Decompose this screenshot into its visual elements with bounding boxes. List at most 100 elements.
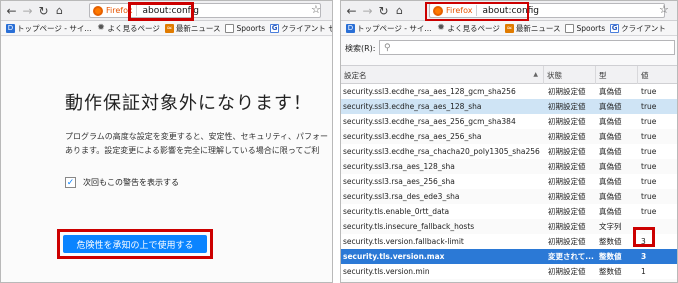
page-icon — [565, 23, 575, 33]
g-icon: G — [610, 23, 620, 33]
cell-type: 真偽値 — [599, 162, 622, 171]
table-row[interactable]: security.ssl3.rsa_aes_128_sha 初期設定値 真偽値 tru… — [341, 159, 677, 174]
bookmark-top-page[interactable]: D トップページ - サイ... — [6, 23, 91, 34]
cell-name: security.ssl3.ecdhe_rsa_aes_128_sha — [343, 102, 482, 111]
cell-value: 1 — [641, 267, 646, 276]
cell-status: 初期設定値 — [548, 267, 586, 276]
table-row[interactable]: security.tls.version.fallback-limit 初期設定値… — [341, 234, 677, 249]
cell-status: 初期設定値 — [548, 162, 586, 171]
table-row[interactable]: security.ssl3.ecdhe_rsa_aes_256_sha 初期設定値… — [341, 129, 677, 144]
cell-name: security.view-source.reachable-from-inne… — [341, 279, 544, 282]
bookmark-star-icon[interactable]: ☆ — [659, 3, 669, 16]
bookmark-news[interactable]: ≈ 最新ニュース — [164, 23, 220, 34]
bookmark-frequent[interactable]: ✹ よく見るページ — [96, 23, 160, 34]
bookmark-spoorts[interactable]: Spoorts — [225, 23, 265, 33]
table-row[interactable]: security.ssl3.rsa_des_ede3_sha 初期設定値 真偽値 tr… — [341, 189, 677, 204]
right-browser-window: ← → ↻ ⌂ Firefox about:config ☆ D トップページ -… — [340, 0, 678, 283]
cell-type: 整数値 — [599, 237, 622, 246]
back-arrow-icon[interactable]: ← — [4, 3, 19, 18]
cell-name: security.tls.version.max — [343, 252, 445, 261]
value-highlight — [633, 227, 655, 247]
bookmark-star-icon[interactable]: ☆ — [311, 3, 321, 16]
table-row[interactable]: security.view-source.reachable-from-inne… — [341, 279, 677, 282]
cell-name: security.tls.version.fallback-limit — [343, 237, 464, 246]
header-name[interactable]: 設定名 ▲ — [341, 66, 544, 84]
warning-body-line-1: プログラムの高度な設定を変更すると、安定性、セキュリティ、パフォー — [65, 132, 328, 141]
search-icon: ⚲ — [384, 42, 391, 53]
table-row[interactable]: security.ssl3.ecdhe_rsa_aes_128_gcm_sha2… — [341, 84, 677, 99]
cell-name: security.ssl3.ecdhe_rsa_aes_256_gcm_sha3… — [343, 117, 516, 126]
reload-icon[interactable]: ↻ — [376, 3, 391, 18]
cell-type: 真偽値 — [597, 279, 637, 282]
cell-type: 真偽値 — [599, 87, 622, 96]
table-row[interactable]: security.tls.version.min 初期設定値 整数値 1 — [341, 264, 677, 279]
cell-status: 初期設定値 — [548, 87, 586, 96]
table-row[interactable]: security.ssl3.rsa_aes_256_sha 初期設定値 真偽値 tru… — [341, 174, 677, 189]
cell-type: 整数値 — [599, 252, 622, 261]
forward-arrow-icon[interactable]: → — [20, 3, 35, 18]
accept-risk-button[interactable]: 危険性を承知の上で使用する — [63, 235, 207, 253]
header-status[interactable]: 状態 — [544, 66, 596, 84]
left-url-bar[interactable]: Firefox about:config — [89, 3, 321, 18]
accept-button-highlight: 危険性を承知の上で使用する — [57, 229, 213, 259]
right-url-highlight — [425, 2, 529, 21]
bookmark-news[interactable]: ≈ 最新ニュース — [504, 23, 560, 34]
cell-type: 整数値 — [599, 267, 622, 276]
bookmark-top-page[interactable]: D トップページ - サイ... — [346, 23, 431, 34]
cell-value: true — [641, 117, 657, 126]
table-row[interactable]: security.ssl3.ecdhe_rsa_aes_128_sha 初期設定値… — [341, 99, 677, 114]
table-row[interactable]: security.ssl3.ecdhe_rsa_chacha20_poly130… — [341, 144, 677, 159]
bookmark-frequent[interactable]: ✹ よく見るページ — [436, 23, 500, 34]
bookmark-spoorts[interactable]: Spoorts — [565, 23, 605, 33]
config-table: 設定名 ▲ 状態 型 値 security.ssl3.ecdhe_rsa_aes_… — [341, 65, 677, 282]
cell-type: 真偽値 — [599, 102, 622, 111]
home-icon[interactable]: ⌂ — [392, 3, 407, 18]
cell-status: 初期設定値 — [546, 279, 594, 282]
cell-status: 初期設定値 — [548, 207, 586, 216]
cell-name: security.ssl3.rsa_aes_128_sha — [343, 162, 455, 171]
cell-value: 3 — [641, 252, 647, 261]
cell-status: 初期設定値 — [548, 192, 586, 201]
cell-name: security.ssl3.rsa_des_ede3_sha — [343, 192, 460, 201]
right-bookmarks-bar: D トップページ - サイ... ✹ よく見るページ ≈ 最新ニュース Spoorts… — [341, 21, 677, 36]
page-icon — [225, 23, 235, 33]
bookmark-client-center[interactable]: Gクライアント センタ — [270, 23, 332, 34]
cell-status: 初期設定値 — [548, 222, 586, 231]
site-icon: D — [6, 23, 15, 33]
cell-name: security.tls.enable_0rtt_data — [343, 207, 450, 216]
cell-type: 真偽値 — [599, 177, 622, 186]
cell-status: 初期設定値 — [548, 147, 586, 156]
search-input[interactable]: ⚲ — [379, 40, 675, 55]
left-bookmarks-bar: D トップページ - サイ... ✹ よく見るページ ≈ 最新ニュース Spoorts… — [1, 21, 332, 36]
bookmark-client[interactable]: G クライアント — [610, 23, 666, 34]
search-label: 検索(R): — [345, 44, 376, 53]
cell-value: true — [641, 87, 657, 96]
table-row[interactable]: security.tls.insecure_fallback_hosts 初期設定… — [341, 219, 677, 234]
cell-status: 初期設定値 — [548, 102, 586, 111]
show-warning-checkbox[interactable]: ✓ — [65, 177, 76, 188]
site-icon: D — [346, 23, 355, 33]
forward-arrow-icon[interactable]: → — [360, 3, 375, 18]
table-row[interactable]: security.tls.version.max 変更されて... 整数値 3 — [341, 249, 677, 264]
table-rows: security.ssl3.ecdhe_rsa_aes_128_gcm_sha2… — [341, 84, 677, 282]
home-icon[interactable]: ⌂ — [52, 3, 67, 18]
cell-value: true — [641, 162, 657, 171]
table-row[interactable]: security.ssl3.ecdhe_rsa_aes_256_gcm_sha3… — [341, 114, 677, 129]
back-arrow-icon[interactable]: ← — [344, 3, 359, 18]
rss-icon: ≈ — [164, 23, 174, 33]
header-type[interactable]: 型 — [596, 66, 638, 84]
rss-icon: ≈ — [504, 23, 514, 33]
cell-name: security.tls.insecure_fallback_hosts — [343, 222, 475, 231]
table-row[interactable]: security.tls.enable_0rtt_data 初期設定値 真偽値 tru… — [341, 204, 677, 219]
header-value[interactable]: 値 — [638, 66, 677, 84]
config-search-row: 検索(R): ⚲ — [341, 37, 677, 59]
show-warning-label: 次回もこの警告を表示する — [83, 178, 179, 187]
cell-name: security.ssl3.ecdhe_rsa_chacha20_poly130… — [343, 147, 540, 156]
table-header: 設定名 ▲ 状態 型 値 — [341, 66, 677, 84]
cell-name: security.ssl3.ecdhe_rsa_aes_128_gcm_sha2… — [343, 87, 516, 96]
cell-value: true — [641, 192, 657, 201]
reload-icon[interactable]: ↻ — [36, 3, 51, 18]
cell-status: 変更されて... — [548, 252, 594, 261]
cell-status: 初期設定値 — [548, 177, 586, 186]
show-warning-checkbox-row[interactable]: ✓ 次回もこの警告を表示する — [65, 177, 179, 188]
